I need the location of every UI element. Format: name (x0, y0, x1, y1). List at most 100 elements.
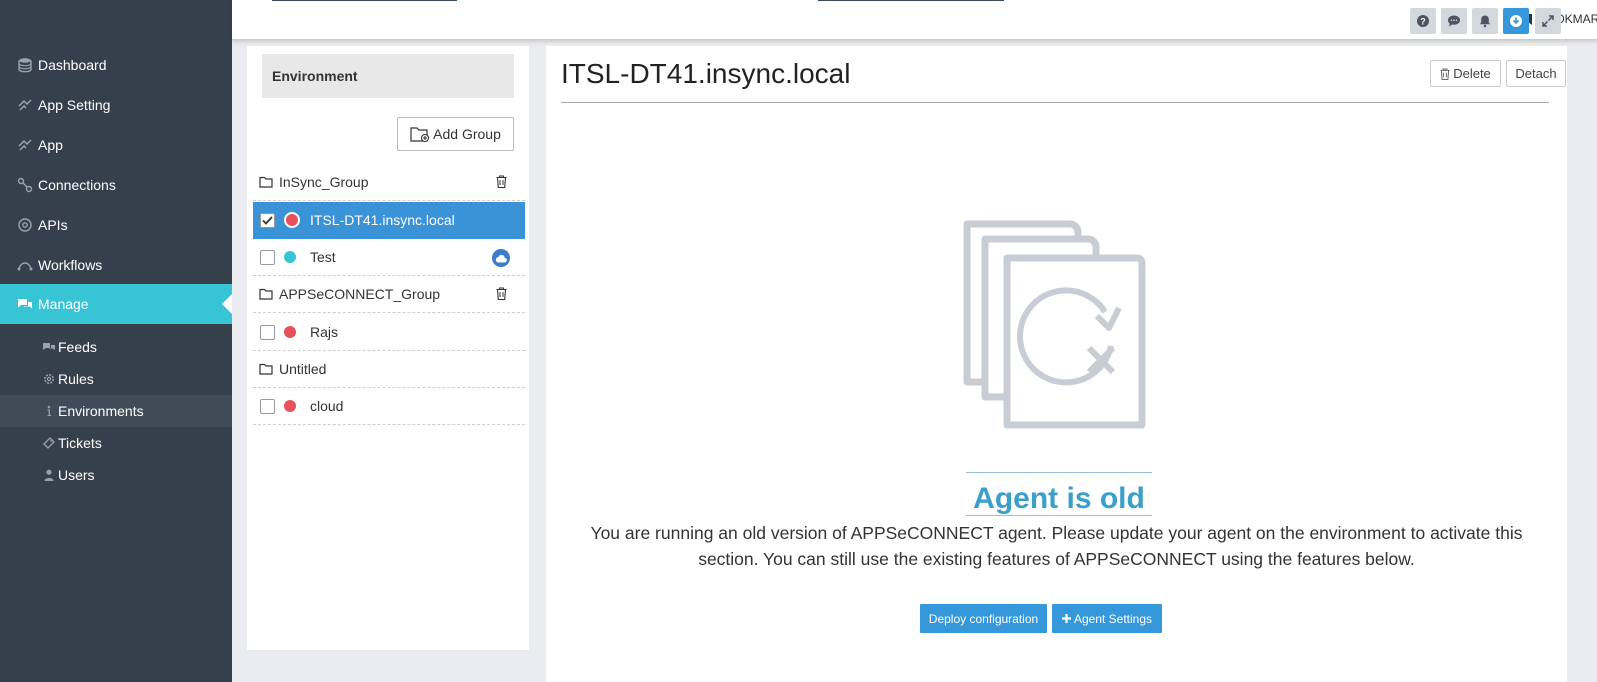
delete-button[interactable]: Delete (1430, 60, 1501, 87)
trash-icon (496, 287, 507, 301)
environment-label: ITSL-DT41.insync.local (310, 212, 455, 228)
expand-icon (1542, 15, 1554, 27)
group-row-appseconnect-group[interactable]: APPSeCONNECT_Group (253, 276, 525, 313)
group-row-insync-group[interactable]: InSync_Group (253, 164, 525, 201)
environment-checkbox[interactable] (260, 324, 275, 340)
group-row-untitled[interactable]: Untitled (253, 351, 525, 388)
cloud-icon (495, 254, 507, 263)
info-icon (42, 404, 56, 418)
environment-row-itsl-dt41[interactable]: ITSL-DT41.insync.local (253, 202, 525, 239)
environment-checkbox[interactable] (260, 249, 275, 265)
environment-header: Environment (262, 54, 514, 98)
detach-label: Detach (1515, 66, 1557, 81)
environment-row-rajs[interactable]: Rajs (253, 314, 525, 351)
sidebar-subitem-tickets[interactable]: Tickets (0, 427, 232, 459)
agent-settings-button[interactable]: Agent Settings (1052, 604, 1162, 633)
group-label: APPSeCONNECT_Group (279, 286, 441, 302)
trash-icon (496, 175, 507, 189)
folder-icon (259, 176, 273, 188)
add-group-button[interactable]: Add Group (397, 117, 514, 151)
agent-status-title: Agent is old (966, 472, 1152, 516)
workflows-icon (16, 256, 34, 274)
status-indicator (284, 326, 296, 338)
environment-panel: Environment Add Group InSync_Group ITSL-… (247, 46, 529, 650)
sidebar-item-connections[interactable]: Connections (0, 165, 232, 205)
deploy-label: Deploy configuration (928, 611, 1039, 626)
detach-button[interactable]: Detach (1506, 60, 1566, 87)
help-icon: ? (1417, 15, 1429, 27)
deploy-configuration-button[interactable]: Deploy configuration (920, 604, 1047, 633)
add-group-label: Add Group (433, 126, 501, 142)
environment-label: Test (310, 249, 336, 265)
folder-icon (259, 363, 273, 375)
sidebar-item-label: Workflows (38, 257, 103, 273)
plus-icon (1061, 614, 1071, 623)
download-button[interactable] (1503, 8, 1529, 34)
sidebar-subitem-rules[interactable]: Rules (0, 363, 232, 395)
download-icon (1510, 15, 1522, 27)
status-title-divider (966, 515, 1152, 516)
environment-row-cloud[interactable]: cloud (253, 388, 525, 425)
gear-icon (42, 372, 56, 386)
chat-button[interactable] (1441, 8, 1467, 34)
sidebar: Dashboard App Setting App Connections AP… (0, 0, 232, 682)
status-indicator (284, 251, 296, 263)
status-indicator (284, 212, 300, 228)
sidebar-item-label: App (38, 137, 63, 153)
delete-group-button[interactable] (496, 175, 507, 191)
sidebar-item-manage[interactable]: Manage (0, 284, 232, 324)
environment-row-test[interactable]: Test (253, 239, 525, 276)
apis-icon (16, 216, 34, 234)
sidebar-item-label: Connections (38, 177, 116, 193)
comments-icon (16, 295, 34, 313)
environment-label: cloud (310, 398, 344, 414)
title-divider (561, 102, 1549, 103)
app-setting-icon (16, 96, 34, 114)
group-label: Untitled (279, 361, 327, 377)
page-title: ITSL-DT41.insync.local (561, 58, 851, 89)
delete-group-button[interactable] (496, 287, 507, 303)
environment-checkbox[interactable] (260, 212, 275, 228)
sidebar-item-workflows[interactable]: Workflows (0, 245, 232, 285)
app-icon (16, 136, 34, 154)
sidebar-item-label: Manage (38, 296, 89, 312)
ticket-icon (42, 436, 56, 450)
group-label: InSync_Group (279, 174, 369, 190)
sidebar-item-app-setting[interactable]: App Setting (0, 85, 232, 125)
feeds-icon (42, 340, 56, 354)
sidebar-item-apis[interactable]: APIs (0, 205, 232, 245)
top-bar: BOOKMARKS ⌄ ? (232, 0, 1597, 40)
sidebar-item-label: Dashboard (38, 57, 107, 73)
help-button[interactable]: ? (1410, 8, 1436, 34)
active-indicator (222, 294, 232, 314)
environment-label: Rajs (310, 324, 339, 340)
status-indicator (284, 400, 296, 412)
chat-icon (1448, 15, 1460, 27)
sidebar-subitem-label: Feeds (58, 339, 97, 355)
agent-settings-label: Agent Settings (1073, 611, 1153, 626)
sidebar-subitem-feeds[interactable]: Feeds (0, 331, 232, 363)
sidebar-subitem-users[interactable]: Users (0, 459, 232, 491)
outdated-agent-illustration-icon (963, 220, 1146, 429)
connections-icon (16, 176, 34, 194)
database-icon (16, 56, 34, 74)
environment-checkbox[interactable] (260, 398, 275, 414)
environment-detail-panel: ITSL-DT41.insync.local Delete Detach Age… (546, 46, 1567, 682)
sidebar-subitem-label: Tickets (58, 435, 102, 451)
trash-icon (1440, 68, 1450, 80)
tab-indicator (818, 0, 1004, 1)
user-icon (42, 468, 56, 482)
sidebar-item-app[interactable]: App (0, 125, 232, 165)
fullscreen-button[interactable] (1535, 8, 1561, 34)
cloud-button[interactable] (492, 249, 510, 267)
notifications-button[interactable] (1472, 8, 1498, 34)
delete-label: Delete (1453, 66, 1491, 81)
agent-status-description: You are running an old version of APPSeC… (590, 523, 1523, 569)
sidebar-subitem-environments[interactable]: Environments (0, 395, 232, 427)
sidebar-item-label: App Setting (38, 97, 111, 113)
sidebar-subitem-label: Users (58, 467, 95, 483)
sidebar-item-label: APIs (38, 217, 68, 233)
sidebar-item-dashboard[interactable]: Dashboard (0, 45, 232, 85)
bell-icon (1479, 15, 1491, 28)
checkmark-icon (262, 215, 273, 225)
